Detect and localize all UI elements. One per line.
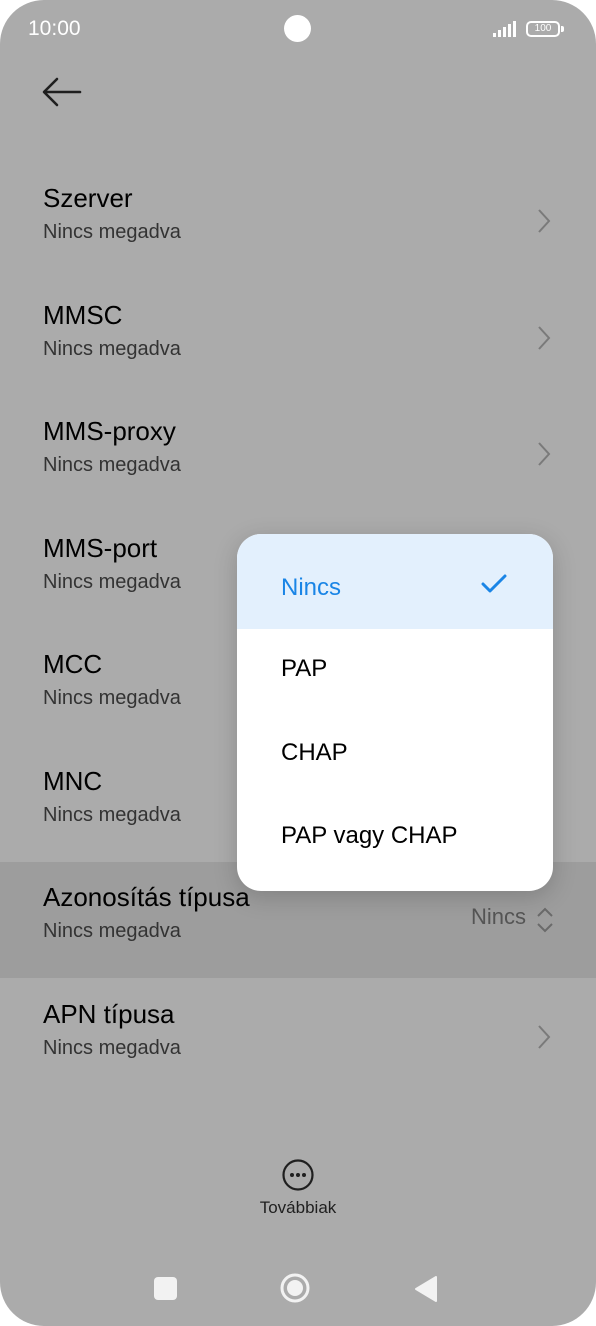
row-apn-tipusa[interactable]: APN típusa Nincs megadva — [0, 979, 596, 1095]
screen: 10:00 100 Szerver Nincs megadva MMSC Nin… — [0, 0, 596, 1326]
row-subtitle: Nincs megadva — [43, 221, 181, 243]
row-title: MMSC — [43, 300, 123, 330]
signal-icon — [493, 21, 516, 37]
option-label: PAP vagy CHAP — [281, 822, 458, 849]
status-time: 10:00 — [28, 17, 81, 40]
more-dots-icon — [282, 1159, 314, 1191]
row-subtitle: Nincs megadva — [43, 454, 181, 476]
option-nincs[interactable]: Nincs — [237, 534, 553, 629]
navigation-bar — [0, 1258, 596, 1318]
recent-apps-button[interactable] — [154, 1277, 177, 1300]
more-label: Továbbiak — [259, 1198, 337, 1217]
option-label: CHAP — [281, 739, 348, 766]
row-mmsc[interactable]: MMSC Nincs megadva — [0, 280, 596, 396]
option-label: PAP — [281, 655, 328, 682]
battery-icon: 100 — [526, 21, 560, 37]
row-subtitle: Nincs megadva — [43, 338, 181, 360]
chevron-right-icon — [538, 1025, 551, 1049]
row-title: MMS-proxy — [43, 416, 176, 446]
option-chap[interactable]: CHAP — [237, 713, 553, 797]
chevron-right-icon — [538, 442, 551, 466]
option-pap[interactable]: PAP — [237, 629, 553, 713]
row-title: MCC — [43, 649, 103, 679]
row-subtitle: Nincs megadva — [43, 687, 181, 709]
row-subtitle: Nincs megadva — [43, 804, 181, 826]
row-szerver[interactable]: Szerver Nincs megadva — [0, 163, 596, 279]
row-title: APN típusa — [43, 999, 175, 1029]
more-button[interactable]: Továbbiak — [248, 1158, 348, 1224]
camera-cutout — [284, 15, 311, 42]
back-triangle-button[interactable] — [412, 1274, 438, 1304]
row-title: MNC — [43, 766, 103, 796]
row-title: Szerver — [43, 183, 133, 213]
row-subtitle: Nincs megadva — [43, 571, 181, 593]
battery-tip — [561, 26, 564, 32]
row-value: Nincs — [470, 904, 526, 929]
status-bar: 10:00 100 — [0, 0, 596, 60]
chevron-up-down-icon — [537, 907, 553, 933]
option-label: Nincs — [281, 574, 342, 601]
row-title: Azonosítás típusa — [43, 882, 250, 912]
chevron-right-icon — [538, 209, 551, 233]
back-arrow-icon[interactable] — [40, 74, 82, 110]
option-pap-vagy-chap[interactable]: PAP vagy CHAP — [237, 796, 553, 880]
checkmark-icon — [481, 574, 507, 593]
chevron-right-icon — [538, 326, 551, 350]
home-button[interactable] — [279, 1272, 311, 1304]
row-subtitle: Nincs megadva — [43, 1037, 181, 1059]
row-title: MMS-port — [43, 533, 158, 563]
row-mms-proxy[interactable]: MMS-proxy Nincs megadva — [0, 396, 596, 512]
auth-type-dropdown: Nincs PAP CHAP PAP vagy CHAP — [237, 534, 553, 891]
row-subtitle: Nincs megadva — [43, 920, 181, 942]
